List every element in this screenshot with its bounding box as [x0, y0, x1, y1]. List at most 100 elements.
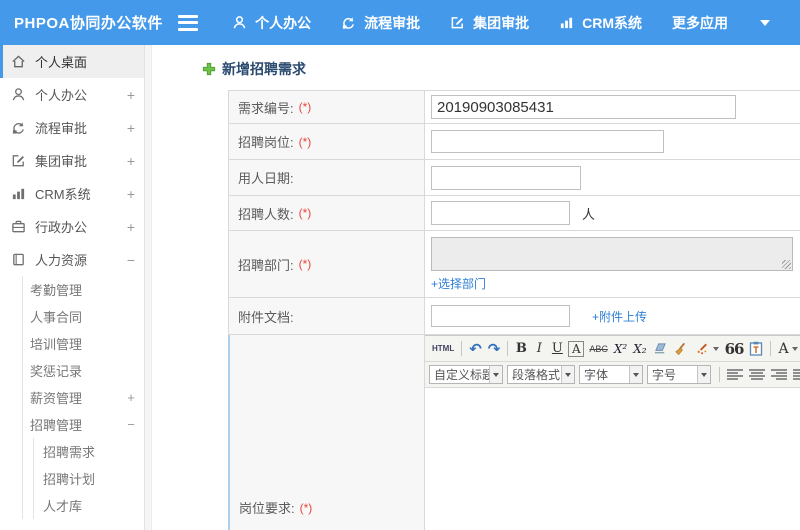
italic-button[interactable]: I — [530, 339, 548, 359]
expand-toggle[interactable]: + — [118, 219, 144, 235]
align-center-button[interactable] — [746, 365, 768, 385]
add-plus-icon — [202, 62, 216, 76]
undo-button[interactable]: ↶ — [466, 339, 485, 359]
app-logo: PHPOA协同办公软件 — [14, 15, 163, 32]
blockquote-button[interactable]: 66 — [722, 339, 747, 359]
sidebar-scrollbar-track[interactable] — [145, 45, 152, 530]
eraser-button[interactable] — [650, 339, 671, 359]
caret-down-icon — [489, 366, 502, 383]
form-row-attachment: 附件文档: +附件上传 — [228, 298, 800, 335]
attachment-upload-link[interactable]: +附件上传 — [592, 308, 647, 325]
collapse-toggle[interactable]: − — [118, 252, 144, 268]
nav-group-approval[interactable]: 集团审批 — [450, 13, 529, 33]
nav-personal-office[interactable]: 个人办公 — [232, 13, 311, 33]
font-size-dropdown[interactable]: 字号 — [647, 365, 711, 384]
sidebar-item-attendance-mgmt[interactable]: 考勤管理 — [23, 276, 144, 303]
align-center-icon — [749, 368, 765, 381]
field-label: 招聘人数: (*) — [229, 196, 425, 230]
menu-toggle-icon[interactable] — [177, 14, 199, 31]
format-painter-button[interactable] — [692, 339, 722, 359]
subscript-button[interactable]: X₂ — [630, 339, 649, 359]
align-right-icon — [771, 368, 787, 381]
select-department-link[interactable]: +选择部门 — [431, 275, 486, 292]
expand-toggle[interactable]: + — [118, 186, 144, 202]
sidebar-item-personal-desktop[interactable]: 个人桌面 — [0, 45, 144, 78]
format-brush-icon — [697, 343, 707, 354]
html-source-button[interactable]: HTML — [429, 339, 457, 359]
sidebar-item-human-resources[interactable]: 人力资源 − — [0, 243, 144, 276]
caret-down-icon — [561, 366, 574, 383]
broom-icon — [674, 342, 685, 355]
editor-toolbar-row1: HTML ↶ ↷ B I U A ABC X² X₂ 66 A — [425, 336, 800, 362]
required-mark: (*) — [299, 500, 313, 515]
editor-content-area[interactable] — [425, 388, 800, 530]
sidebar-item-crm-system[interactable]: CRM系统 + — [0, 177, 144, 210]
department-textarea[interactable] — [431, 237, 793, 271]
align-left-button[interactable] — [724, 365, 746, 385]
form-row-headcount: 招聘人数: (*) 人 — [228, 196, 800, 231]
paragraph-format-dropdown[interactable]: 段落格式 — [507, 365, 575, 384]
sidebar-item-label: 人力资源 — [35, 253, 88, 268]
headcount-unit: 人 — [582, 206, 596, 222]
hire-date-input[interactable] — [431, 165, 581, 190]
headcount-input[interactable] — [431, 201, 570, 225]
font-color-button[interactable]: A — [775, 339, 800, 359]
more-apps-dropdown[interactable] — [758, 19, 770, 26]
toolbar-separator — [719, 367, 720, 382]
sidebar-item-personal-office[interactable]: 个人办公 + — [0, 78, 144, 111]
paste-button[interactable] — [746, 339, 766, 359]
redo-button[interactable]: ↷ — [485, 339, 504, 359]
superscript-button[interactable]: X² — [611, 339, 630, 359]
field-label: 岗位要求: (*) — [230, 335, 425, 530]
clear-format-button[interactable] — [671, 339, 692, 359]
resize-handle[interactable] — [782, 260, 791, 269]
sidebar-item-label: 个人桌面 — [35, 55, 88, 70]
field-label: 招聘部门: (*) — [229, 231, 425, 297]
sidebar-item-label: 考勤管理 — [30, 283, 83, 298]
sidebar-item-label: 人事合同 — [30, 310, 83, 325]
align-justify-icon — [793, 368, 800, 381]
bold-button[interactable]: B — [512, 339, 530, 359]
nav-crm-system[interactable]: CRM系统 — [559, 13, 642, 33]
sidebar-item-recruit-request[interactable]: 招聘需求 — [34, 438, 144, 465]
sidebar-item-process-approval[interactable]: 流程审批 + — [0, 111, 144, 144]
sidebar-item-label: 集团审批 — [35, 154, 88, 169]
collapse-toggle[interactable]: − — [118, 417, 144, 432]
sidebar-item-group-approval[interactable]: 集团审批 + — [0, 144, 144, 177]
sidebar-item-talent-pool[interactable]: 人才库 — [34, 492, 144, 519]
align-justify-button[interactable] — [790, 365, 800, 385]
field-label: 用人日期: — [229, 160, 425, 195]
home-icon — [10, 54, 26, 70]
position-input[interactable] — [431, 130, 664, 153]
heading-dropdown[interactable]: 自定义标题 — [429, 365, 503, 384]
nav-more-apps[interactable]: 更多应用 — [672, 13, 728, 33]
strikethrough-button[interactable]: ABC — [586, 339, 611, 359]
page-title: 新增招聘需求 — [202, 59, 800, 79]
sidebar-item-salary-mgmt[interactable]: 薪资管理 + — [23, 384, 144, 411]
hr-submenu: 考勤管理 人事合同 培训管理 奖惩记录 薪资管理 + 招聘管理 − 招聘需求 招… — [22, 276, 144, 519]
required-mark: (*) — [298, 257, 312, 271]
form-row-position: 招聘岗位: (*) — [228, 124, 800, 160]
attachment-input[interactable] — [431, 305, 570, 327]
field-label: 附件文档: — [229, 298, 425, 334]
expand-toggle[interactable]: + — [118, 87, 144, 103]
sidebar-item-hr-contract[interactable]: 人事合同 — [23, 303, 144, 330]
expand-toggle[interactable]: + — [118, 120, 144, 136]
nav-label: 个人办公 — [255, 14, 312, 31]
expand-toggle[interactable]: + — [118, 153, 144, 169]
expand-toggle[interactable]: + — [118, 390, 144, 405]
font-style-button[interactable]: A — [568, 340, 585, 357]
sidebar-item-recruit-plan[interactable]: 招聘计划 — [34, 465, 144, 492]
nav-process-approval[interactable]: 流程审批 — [341, 13, 420, 33]
sidebar-item-training-mgmt[interactable]: 培训管理 — [23, 330, 144, 357]
font-family-dropdown[interactable]: 字体 — [579, 365, 643, 384]
sidebar-item-admin-office[interactable]: 行政办公 + — [0, 210, 144, 243]
form-row-requirements: 岗位要求: (*) HTML ↶ ↷ B I U A ABC X² X₂ 66 … — [228, 335, 800, 530]
required-mark: (*) — [298, 206, 312, 220]
underline-button[interactable]: U — [548, 339, 566, 359]
align-right-button[interactable] — [768, 365, 790, 385]
sidebar-item-recruit-mgmt[interactable]: 招聘管理 − — [23, 411, 144, 438]
request-number-input[interactable] — [431, 95, 736, 119]
caret-down-icon — [760, 19, 770, 26]
sidebar-item-reward-punishment[interactable]: 奖惩记录 — [23, 357, 144, 384]
